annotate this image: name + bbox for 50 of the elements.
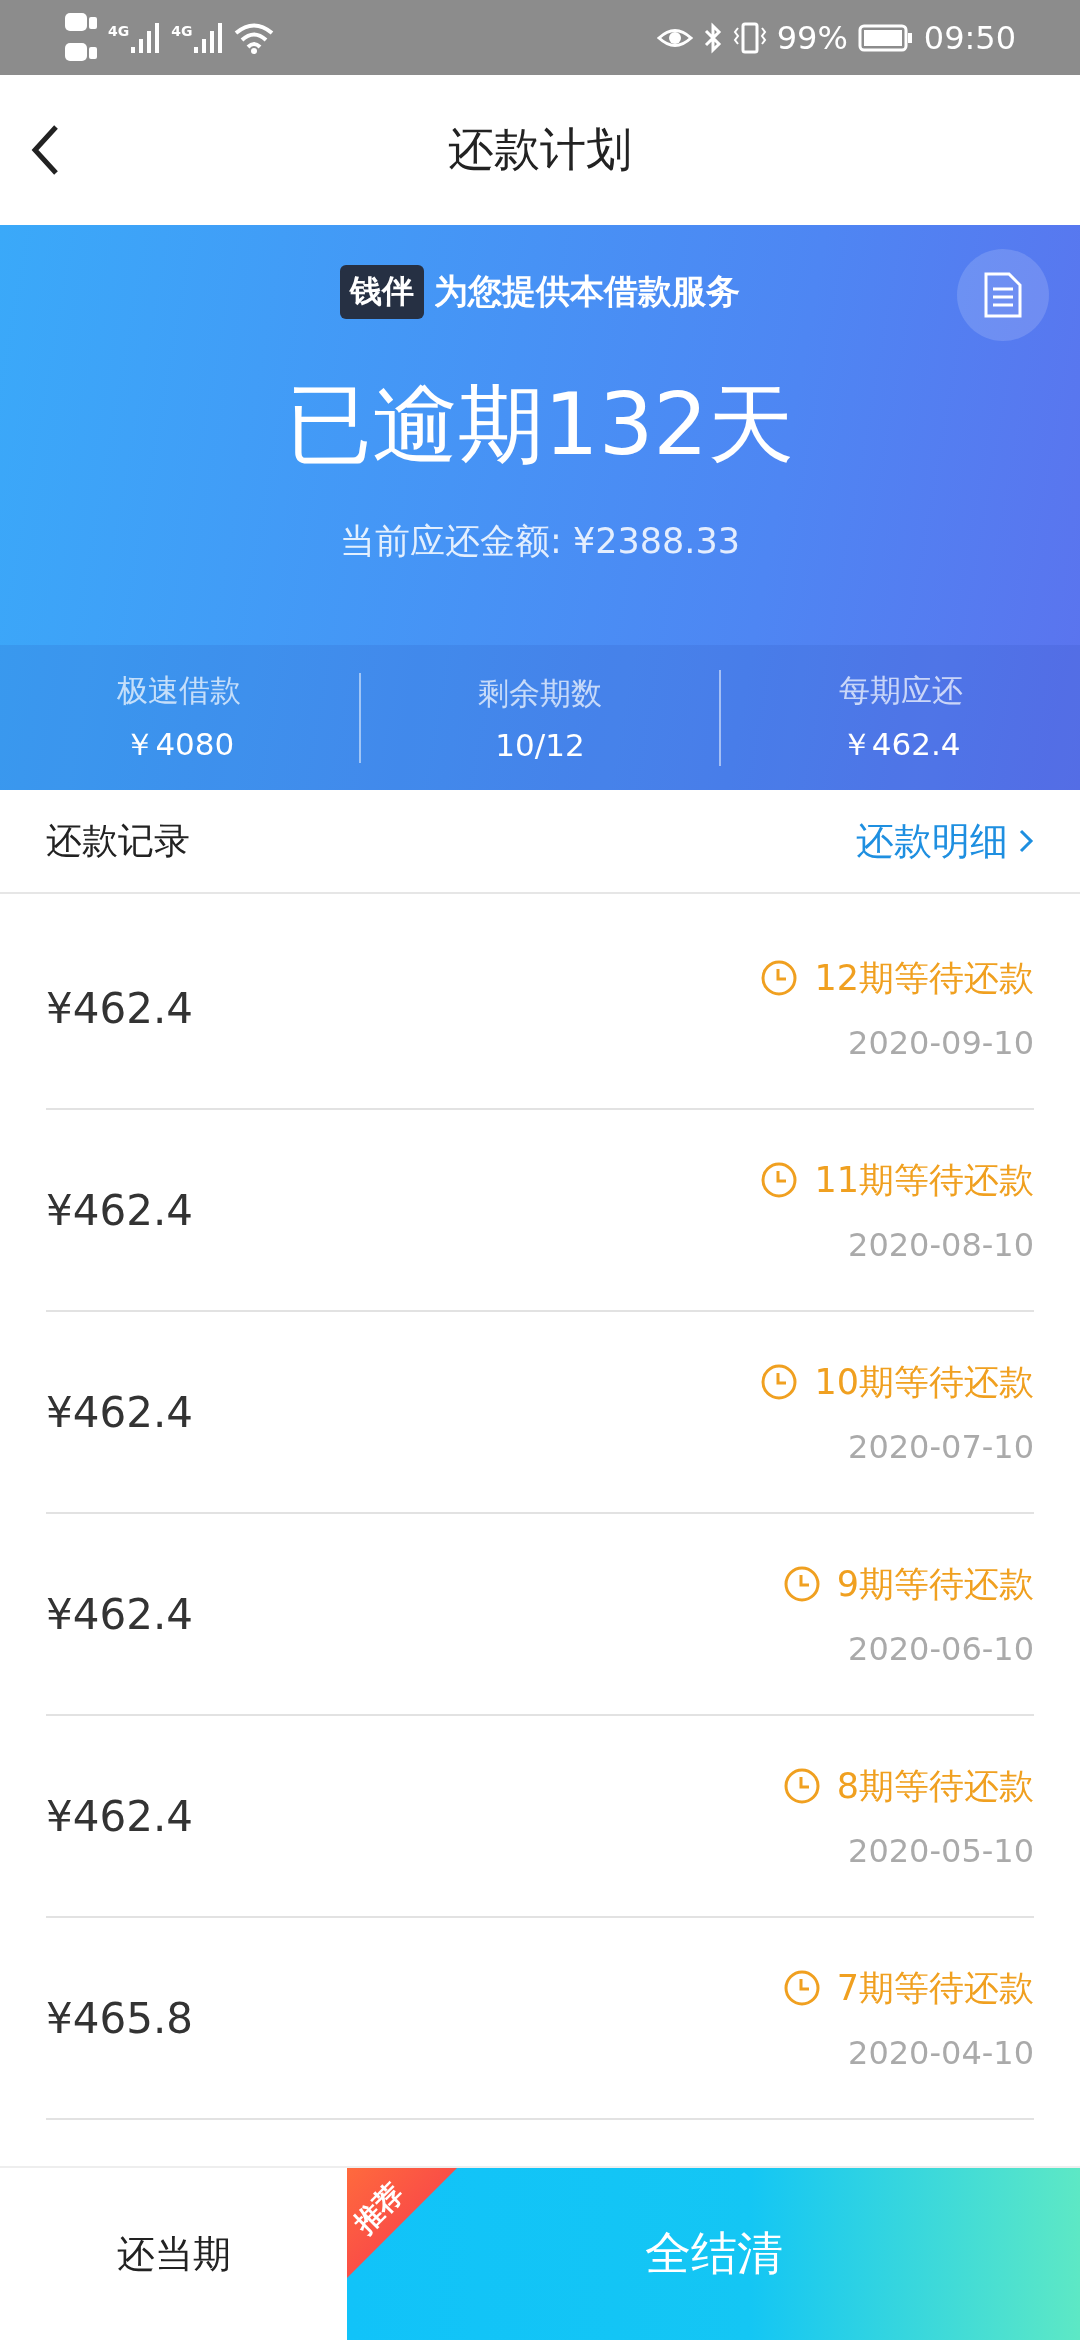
network-type: 4G: [108, 22, 130, 39]
installment-amount: ¥462.4: [46, 1185, 193, 1235]
stat-label: 每期应还: [838, 670, 963, 710]
installment-amount: ¥462.4: [46, 1387, 193, 1437]
wifi-icon: [234, 21, 275, 54]
chevron-icon: [1018, 828, 1034, 854]
clock-icon: [782, 1565, 821, 1603]
due-date: 2020-06-10: [848, 1629, 1034, 1668]
bluetooth-icon: [702, 21, 723, 54]
installment-status: 11期等待还款: [814, 1158, 1034, 1202]
stat-value: 10/12: [495, 726, 585, 763]
detail-link[interactable]: 还款明细: [856, 815, 1034, 867]
section-title: 还款记录: [46, 818, 190, 863]
stat-value: ￥4080: [124, 724, 235, 764]
battery-icon: [857, 23, 914, 52]
due-date: 2020-08-10: [848, 1225, 1034, 1264]
clock-icon: [760, 1363, 799, 1401]
stat-value: ￥462.4: [840, 724, 961, 764]
due-date: 2020-07-10: [848, 1427, 1034, 1466]
installment-status: 7期等待还款: [836, 1966, 1034, 2010]
back-icon[interactable]: [30, 124, 60, 176]
installment-amount: ¥465.8: [46, 1993, 193, 2043]
due-date: 2020-04-10: [848, 2033, 1034, 2072]
amount-due: 当前应还金额: ¥2388.33: [340, 520, 740, 563]
installment-status: 8期等待还款: [836, 1764, 1034, 1808]
installment-amount: ¥462.4: [46, 1589, 193, 1639]
due-date: 2020-05-10: [848, 1831, 1034, 1870]
signal-icon: [194, 22, 225, 53]
network-type: 4G: [171, 22, 193, 39]
installment-status: 9期等待还款: [836, 1562, 1034, 1606]
clock-icon: [760, 1161, 799, 1199]
provider-text: 为您提供本借款服务: [434, 270, 740, 313]
battery-percent: 99%: [776, 18, 848, 57]
brand-logo: 钱伴: [340, 265, 424, 319]
clock-time: 09:50: [923, 18, 1016, 57]
stat-label: 剩余期数: [478, 673, 602, 713]
vibrate-icon: [732, 21, 767, 54]
signal-icon: [131, 22, 162, 53]
installment-amount: ¥462.4: [46, 983, 193, 1033]
installment-amount: ¥462.4: [46, 1791, 193, 1841]
installment-status: 12期等待还款: [814, 956, 1034, 1000]
document-icon: [983, 271, 1023, 319]
clock-icon: [782, 1969, 821, 2007]
clock-icon: [782, 1767, 821, 1805]
installment-status: 10期等待还款: [814, 1360, 1034, 1404]
due-date: 2020-09-10: [848, 1023, 1034, 1062]
overdue-headline: 已逾期132天: [285, 373, 795, 476]
page-title: 还款计划: [448, 121, 632, 178]
clock-icon: [760, 959, 799, 997]
stat-label: 极速借款: [117, 670, 242, 710]
